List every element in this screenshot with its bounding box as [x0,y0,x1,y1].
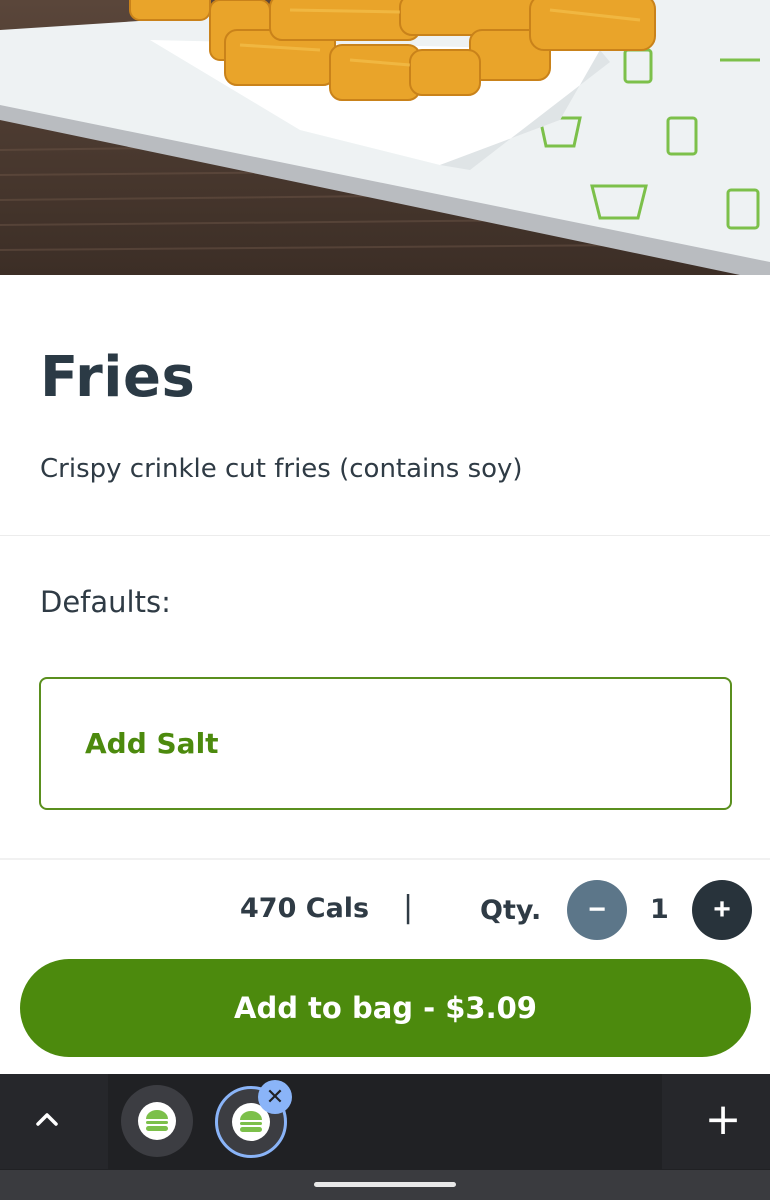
fries-photo-illustration [0,0,770,275]
close-tab-icon[interactable]: ✕ [258,1080,292,1114]
collapse-tabs-button[interactable] [0,1074,108,1169]
add-to-bag-button[interactable]: Add to bag - $3.09 [20,959,751,1057]
footer-divider [0,858,770,860]
quantity-value: 1 [650,894,669,925]
product-title: Fries [40,345,196,410]
product-photo [0,0,770,275]
defaults-section-label: Defaults: [40,585,171,619]
footer-separator: | [403,890,414,925]
plus-icon: + [704,1094,742,1145]
option-label: Add Salt [85,727,219,760]
burger-logo-icon [138,1102,176,1140]
chevron-up-icon [36,1113,58,1126]
option-add-salt[interactable]: Add Salt [39,677,732,810]
tab-thumbnail[interactable] [121,1085,193,1157]
increase-quantity-button[interactable]: + [692,880,752,940]
calories-text: 470 Cals [240,893,370,924]
gesture-handle[interactable] [314,1182,456,1187]
new-tab-button[interactable]: + [662,1074,770,1169]
plus-icon: + [713,893,731,926]
product-description: Crispy crinkle cut fries (contains soy) [40,454,523,484]
browser-tab-bar: ✕ + [0,1074,770,1200]
minus-icon: − [588,893,606,926]
section-divider [0,535,770,536]
decrease-quantity-button[interactable]: − [567,880,627,940]
quantity-label: Qty. [480,895,542,926]
